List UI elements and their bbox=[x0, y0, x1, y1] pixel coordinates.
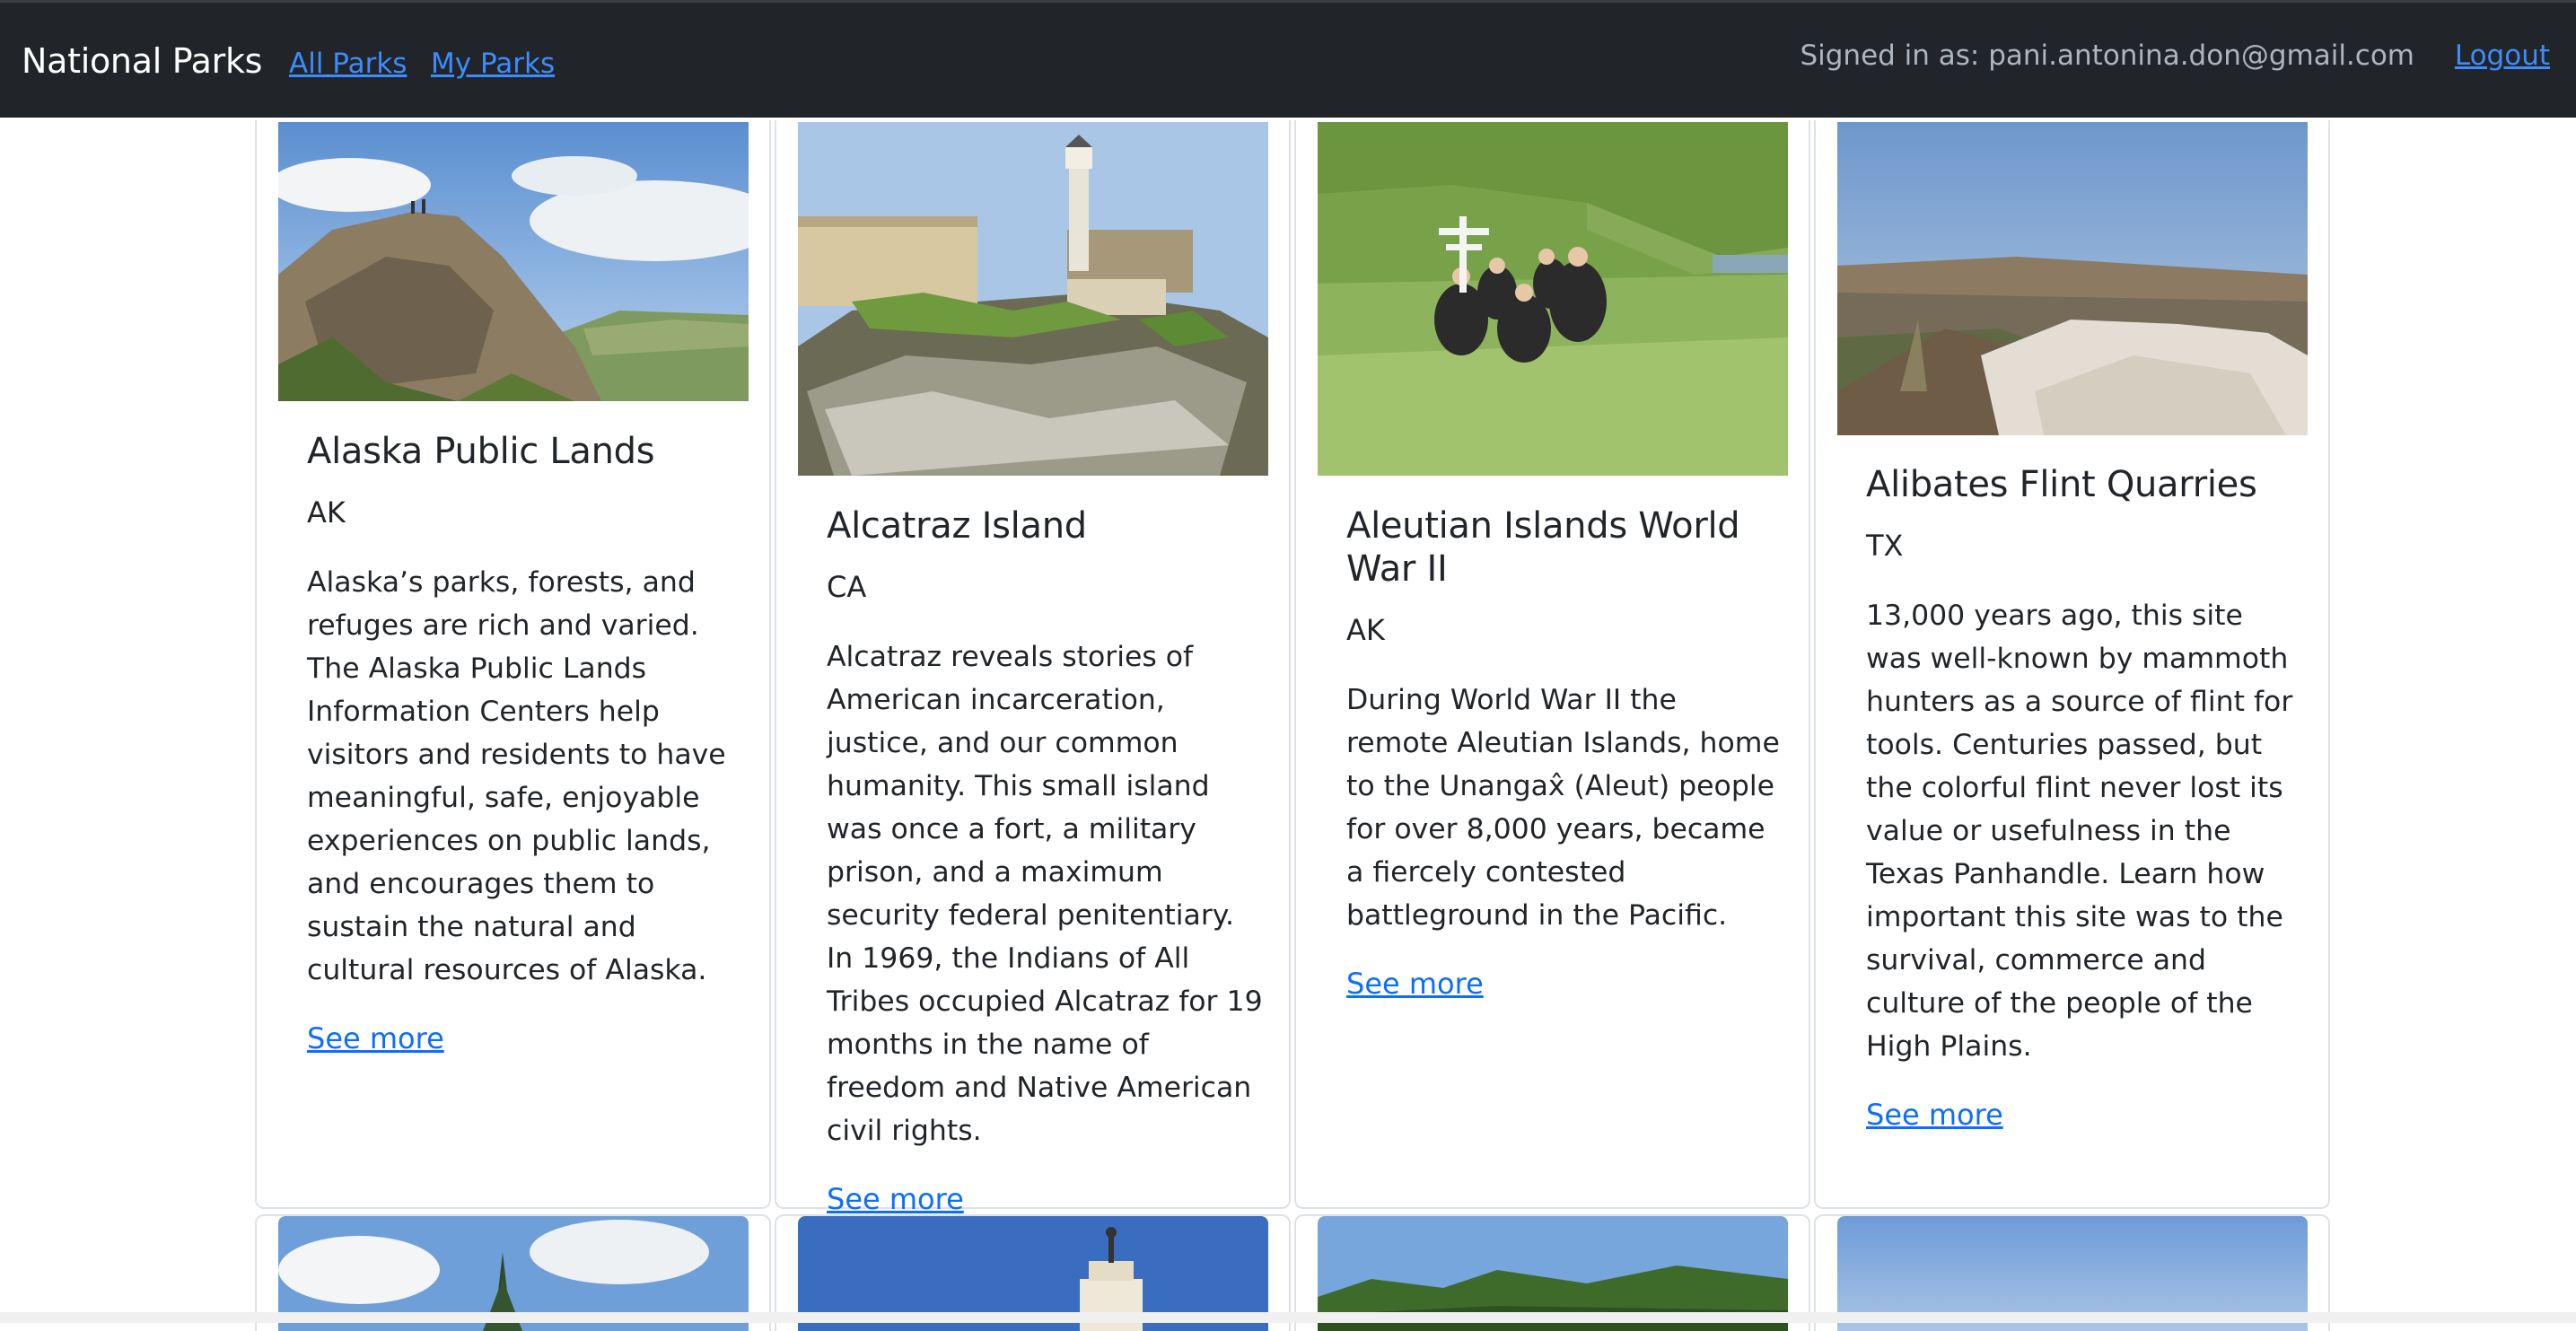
park-card: Aleutian Islands World War II AK During … bbox=[1294, 120, 1810, 1209]
see-more-link[interactable]: See more bbox=[307, 1020, 444, 1056]
see-more-link[interactable]: See more bbox=[1346, 966, 1484, 1002]
logout-link[interactable]: Logout bbox=[2455, 39, 2550, 72]
signed-in-status: Signed in as: pani.antonina.don@gmail.co… bbox=[1800, 39, 2414, 72]
park-name: Alibates Flint Quarries bbox=[1866, 464, 2257, 505]
park-card: Alaska Public Lands AK Alaska’s parks, f… bbox=[255, 120, 771, 1209]
park-card-body: Alaska Public Lands AK Alaska’s parks, f… bbox=[307, 430, 744, 1056]
park-photo-alaska-public-lands bbox=[278, 122, 749, 401]
park-photo-alibates-flint-quarries bbox=[1837, 122, 2308, 435]
park-state: TX bbox=[1866, 529, 1904, 563]
park-card-body: Aleutian Islands World War II AK During … bbox=[1346, 504, 1783, 1002]
park-state: AK bbox=[307, 495, 346, 530]
park-card-body: Alibates Flint Quarries TX 13,000 years … bbox=[1866, 463, 2303, 1133]
see-more-link[interactable]: See more bbox=[1866, 1097, 2003, 1133]
park-state: AK bbox=[1346, 613, 1385, 647]
park-photo-aleutian-islands bbox=[1318, 122, 1788, 476]
park-photo-alcatraz-island bbox=[798, 122, 1268, 476]
park-description: Alcatraz reveals stories of American inc… bbox=[827, 641, 1263, 1147]
park-name: Aleutian Islands World War II bbox=[1346, 505, 1740, 590]
park-state: CA bbox=[827, 570, 867, 604]
see-more-link[interactable]: See more bbox=[827, 1181, 964, 1217]
park-card: Alcatraz Island CA Alcatraz reveals stor… bbox=[775, 120, 1291, 1216]
park-description: Alaska’s parks, forests, and refuges are… bbox=[307, 566, 726, 986]
nav-link-my-parks[interactable]: My Parks bbox=[431, 48, 555, 80]
park-description: During World War II the remote Aleutian … bbox=[1346, 684, 1780, 932]
horizontal-scrollbar[interactable] bbox=[0, 1312, 2576, 1323]
park-card-body: Alcatraz Island CA Alcatraz reveals stor… bbox=[827, 504, 1264, 1217]
top-navbar: National Parks All Parks My Parks Signed… bbox=[0, 0, 2576, 118]
park-description: 13,000 years ago, this site was well-kno… bbox=[1866, 600, 2293, 1063]
park-name: Alaska Public Lands bbox=[307, 431, 655, 472]
park-name: Alcatraz Island bbox=[827, 505, 1087, 547]
park-card: Alibates Flint Quarries TX 13,000 years … bbox=[1814, 120, 2330, 1209]
brand-title[interactable]: National Parks bbox=[22, 41, 262, 81]
nav-link-all-parks[interactable]: All Parks bbox=[289, 48, 407, 80]
